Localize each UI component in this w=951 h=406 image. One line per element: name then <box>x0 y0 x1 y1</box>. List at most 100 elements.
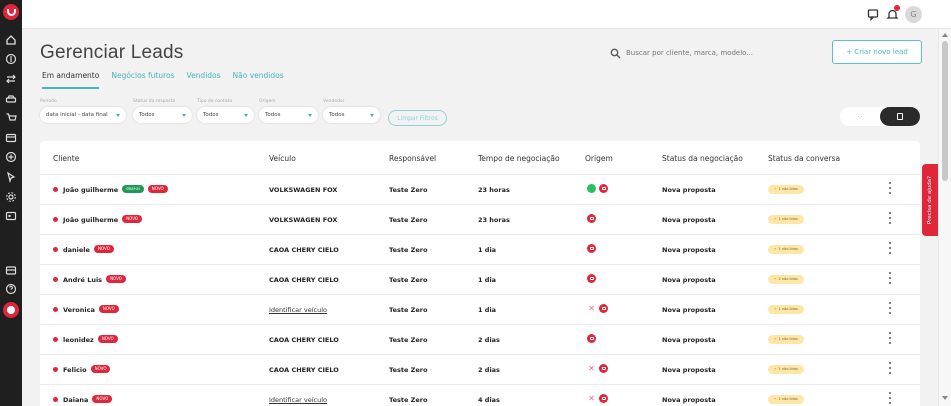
header-tempo[interactable]: Tempo de negociação <box>478 154 560 163</box>
list-view-icon[interactable] <box>880 107 920 126</box>
scroll-down-arrow-icon[interactable] <box>942 396 948 400</box>
home-icon[interactable] <box>4 33 18 47</box>
store-icon[interactable] <box>4 263 18 277</box>
table-row[interactable]: João guilherme NOVO VOLKSWAGEN FOX Teste … <box>40 204 920 234</box>
cell-cliente[interactable]: André Luis NOVO <box>53 275 126 284</box>
tab-vendidos[interactable]: Vendidos <box>187 71 221 89</box>
filter-origem-select[interactable]: Todos <box>259 107 318 123</box>
page-scrollbar[interactable] <box>938 29 951 406</box>
cart-icon[interactable] <box>4 111 18 125</box>
settings-icon[interactable] <box>4 190 18 204</box>
help-icon[interactable] <box>4 282 18 296</box>
view-toggle: ⁘ <box>840 107 920 126</box>
conversation-status-badge: • 1 não lidas <box>768 335 804 344</box>
cell-responsavel: Teste Zero <box>389 366 428 374</box>
header-status-negociacao[interactable]: Status da negociação <box>662 154 743 163</box>
more-options-icon[interactable] <box>888 392 892 404</box>
filter-tipo-contato-label: Tipo de contato <box>197 99 233 104</box>
filter-tipo-contato-select[interactable]: Todos <box>197 107 254 123</box>
car-icon[interactable] <box>4 92 18 106</box>
table-header: Cliente Veículo Responsável Tempo de neg… <box>40 141 920 174</box>
help-tab-label: Precisa de ajuda? <box>927 175 933 225</box>
filter-vendedor-label: Vendedor <box>323 99 345 104</box>
more-options-icon[interactable] <box>888 242 892 254</box>
cell-tempo: 1 dia <box>478 246 497 254</box>
clear-filters-button[interactable]: Limpar Filtros <box>388 110 447 126</box>
cell-veiculo: CAOA CHERY CIELO <box>269 246 339 254</box>
id-card-icon[interactable] <box>4 209 18 223</box>
cell-cliente[interactable]: João guilherme NOVO <box>53 215 143 224</box>
table-row[interactable]: André Luis NOVO CAOA CHERY CIELO Teste Ze… <box>40 264 920 294</box>
more-options-icon[interactable] <box>888 212 892 224</box>
conversation-status-badge: • 1 não lidas <box>768 245 804 254</box>
header-origem[interactable]: Origem <box>585 154 613 163</box>
more-options-icon[interactable] <box>888 272 892 284</box>
tab-nao-vendidos[interactable]: Não vendidos <box>233 71 284 89</box>
conversation-status-badge: • 1 não lidas <box>768 185 804 194</box>
client-name: João guilherme <box>63 186 119 194</box>
inbox-icon[interactable] <box>4 131 18 145</box>
page-title: Gerenciar Leads <box>40 42 184 63</box>
filter-vendedor-select[interactable]: Todos <box>323 107 380 123</box>
cross-icon: ✕ <box>588 304 595 313</box>
unread-dot-icon <box>53 396 58 402</box>
tab-em-andamento[interactable]: Em andamento <box>42 71 100 89</box>
header-veiculo[interactable]: Veículo <box>269 154 296 163</box>
user-avatar-icon[interactable] <box>3 302 19 318</box>
more-options-icon[interactable] <box>888 182 892 194</box>
site-origin-icon <box>599 184 608 193</box>
scroll-thumb[interactable] <box>942 41 948 181</box>
header-responsavel[interactable]: Responsável <box>389 154 436 163</box>
more-options-icon[interactable] <box>888 302 892 314</box>
transfer-icon[interactable] <box>4 72 18 86</box>
client-name: André Luis <box>63 276 103 284</box>
filter-periodo-select[interactable]: data inicial - data final <box>40 107 126 123</box>
cell-tempo: 2 dias <box>478 366 500 374</box>
client-name: leonidez <box>63 336 94 344</box>
conversation-status-text: 1 não lidas <box>778 367 798 371</box>
cell-cliente[interactable]: Veronica NOVO <box>53 305 119 314</box>
grid-view-icon[interactable]: ⁘ <box>840 107 880 126</box>
scroll-up-arrow-icon[interactable] <box>942 33 948 37</box>
chevron-down-icon <box>244 113 248 117</box>
cell-responsavel: Teste Zero <box>389 186 428 194</box>
site-origin-icon <box>587 244 596 253</box>
table-row[interactable]: Felicio NOVO CAOA CHERY CIELO Teste Zero … <box>40 354 920 384</box>
create-lead-button[interactable]: + Criar novo lead <box>832 40 922 64</box>
more-options-icon[interactable] <box>888 362 892 374</box>
notification-badge <box>894 5 900 11</box>
cell-cliente[interactable]: leonidez NOVO <box>53 335 118 344</box>
site-origin-icon <box>599 394 608 403</box>
new-badge: NOVO <box>147 185 168 193</box>
header-cliente[interactable]: Cliente <box>53 154 79 163</box>
add-circle-icon[interactable] <box>4 150 18 164</box>
search-input[interactable] <box>626 49 816 57</box>
cell-cliente[interactable]: daniele NOVO <box>53 245 114 254</box>
client-name: daniele <box>63 246 90 254</box>
cell-cliente[interactable]: João guilherme deal-ai NOVO <box>53 185 168 194</box>
help-tab[interactable]: Precisa de ajuda? <box>922 164 938 236</box>
table-row[interactable]: Daiana NOVO Identificar veículo Teste Zer… <box>40 384 920 406</box>
cursor-icon[interactable] <box>4 170 18 184</box>
table-row[interactable]: João guilherme deal-ai NOVO VOLKSWAGEN FOX… <box>40 174 920 204</box>
conversation-status-badge: • 1 não lidas <box>768 365 804 374</box>
table-row[interactable]: daniele NOVO CAOA CHERY CIELO Teste Zero … <box>40 234 920 264</box>
chat-icon[interactable] <box>867 8 880 21</box>
identify-vehicle-link[interactable]: Identificar veículo <box>269 396 327 404</box>
cell-cliente[interactable]: Felicio NOVO <box>53 365 111 374</box>
header-status-conversa[interactable]: Status da conversa <box>768 154 840 163</box>
filter-status-resposta-select[interactable]: Todos <box>133 107 192 123</box>
more-options-icon[interactable] <box>888 332 892 344</box>
search-box[interactable] <box>610 44 820 62</box>
identify-vehicle-link[interactable]: Identificar veículo <box>269 306 327 314</box>
cell-cliente[interactable]: Daiana NOVO <box>53 395 113 404</box>
brand-logo[interactable] <box>3 4 19 20</box>
user-menu-avatar[interactable]: G <box>905 6 922 23</box>
new-badge: NOVO <box>122 215 143 223</box>
tab-negocios-futuros[interactable]: Negócios futuros <box>111 71 174 89</box>
cell-responsavel: Teste Zero <box>389 246 428 254</box>
money-icon[interactable] <box>4 52 18 66</box>
table-row[interactable]: leonidez NOVO CAOA CHERY CIELO Teste Zero… <box>40 324 920 354</box>
table-row[interactable]: Veronica NOVO Identificar veículo Teste Z… <box>40 294 920 324</box>
cell-status-negociacao: Nova proposta <box>662 396 716 404</box>
